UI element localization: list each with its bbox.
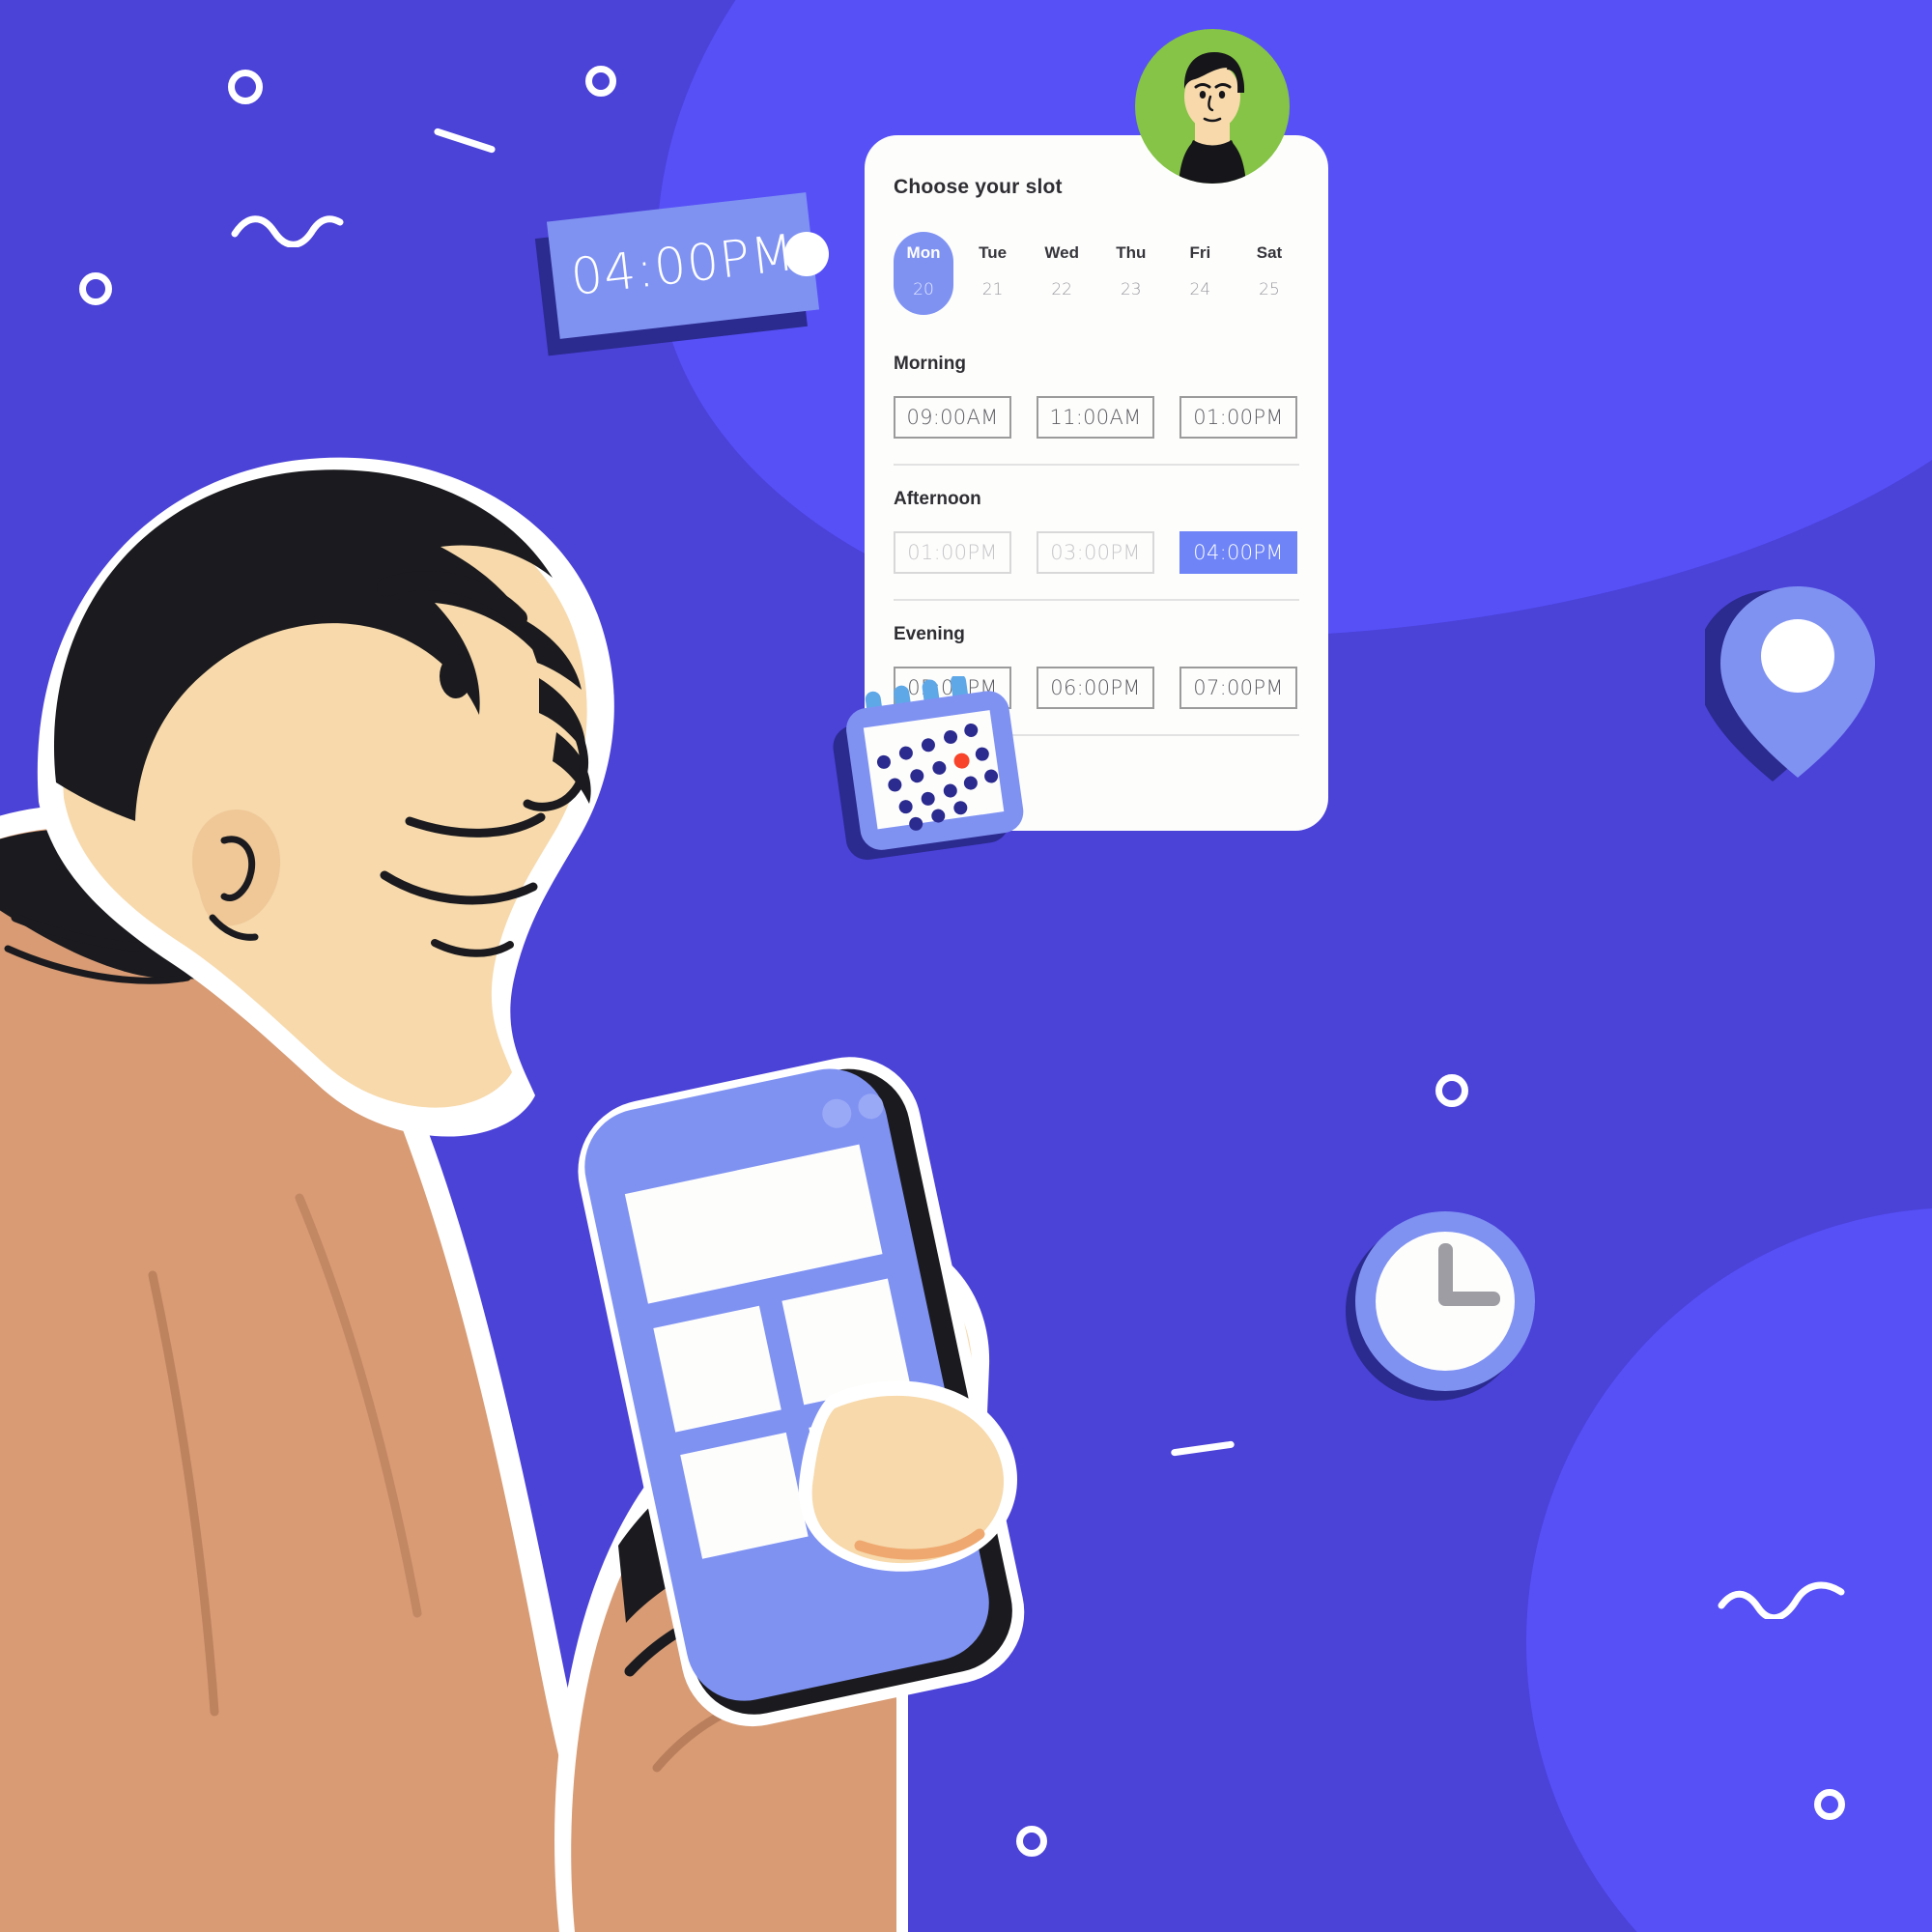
day-number: 20	[913, 280, 934, 299]
slot-evening-3[interactable]: 07:00PM	[1179, 667, 1297, 709]
location-pin-icon	[1695, 575, 1889, 797]
illustration-stage: 04:00PM Choose your slot Mon 20 Tue 21 W…	[0, 0, 1932, 1932]
day-label: Thu	[1116, 243, 1147, 262]
avatar-figure	[1179, 52, 1246, 184]
background-blob-bottom	[1526, 1208, 1932, 1932]
card-title: Choose your slot	[894, 176, 1063, 198]
day-label: Tue	[979, 243, 1008, 262]
slot-afternoon-3[interactable]: 04:00PM	[1179, 531, 1297, 574]
time-badge-label: 04:00PM	[567, 224, 799, 308]
deco-circle-2	[585, 66, 616, 97]
deco-wave-2	[1716, 1577, 1851, 1619]
day-number: 25	[1259, 280, 1280, 299]
day-number: 21	[981, 280, 1004, 299]
slot-morning-3[interactable]: 01:00PM	[1179, 396, 1297, 439]
eye	[440, 654, 472, 698]
deco-dash-1	[433, 127, 497, 155]
day-label: Fri	[1189, 243, 1211, 262]
phone-tile-3	[680, 1432, 809, 1559]
day-label: Mon	[906, 243, 941, 262]
clock-icon	[1331, 1203, 1553, 1410]
man-with-phone-illustration	[0, 299, 1188, 1932]
user-avatar[interactable]	[1135, 29, 1290, 184]
deco-circle-5	[1814, 1789, 1845, 1820]
clock-hand-minute	[1438, 1292, 1500, 1306]
day-cell-sat[interactable]: Sat 25	[1239, 232, 1299, 315]
day-number: 23	[1120, 280, 1142, 299]
day-number: 24	[1189, 280, 1211, 299]
deco-circle-4	[1435, 1074, 1468, 1107]
phone-tile-1	[653, 1305, 781, 1433]
deco-wave-1	[230, 209, 346, 247]
day-label: Sat	[1256, 243, 1283, 262]
deco-circle-1	[228, 70, 263, 104]
day-label: Wed	[1044, 243, 1079, 262]
day-number: 22	[1051, 280, 1072, 299]
badge-dot-icon	[784, 232, 829, 276]
